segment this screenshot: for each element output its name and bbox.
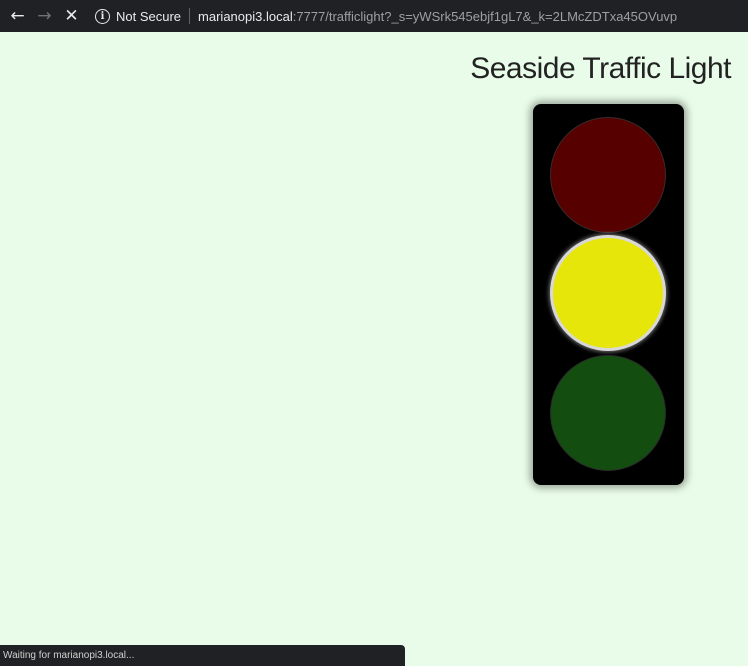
traffic-light [533, 104, 684, 485]
url-host[interactable]: marianopi3.local [198, 9, 293, 24]
url-divider [189, 8, 191, 24]
green-lamp [550, 355, 666, 471]
yellow-lamp [550, 235, 666, 351]
info-icon[interactable]: i [95, 8, 110, 24]
status-bar: Waiting for marianopi3.local... [0, 645, 405, 666]
page-content: Seaside Traffic Light [0, 32, 748, 666]
page-title: Seaside Traffic Light [470, 52, 731, 85]
back-button[interactable]: ← [4, 0, 31, 32]
forward-button[interactable]: → [31, 0, 58, 32]
url-path[interactable]: :7777/trafficlight?_s=yWSrk545ebjf1gL7&_… [293, 9, 677, 24]
address-bar[interactable]: i Not Secure marianopi3.local:7777/traff… [95, 0, 677, 32]
red-lamp [550, 117, 666, 233]
not-secure-label[interactable]: Not Secure [116, 9, 181, 24]
close-icon: ✕ [64, 6, 79, 26]
stop-loading-button[interactable]: ✕ [58, 0, 85, 32]
arrow-left-icon: ← [10, 6, 25, 26]
arrow-right-icon: → [37, 6, 52, 26]
browser-toolbar: ← → ✕ i Not Secure marianopi3.local:7777… [0, 0, 748, 32]
